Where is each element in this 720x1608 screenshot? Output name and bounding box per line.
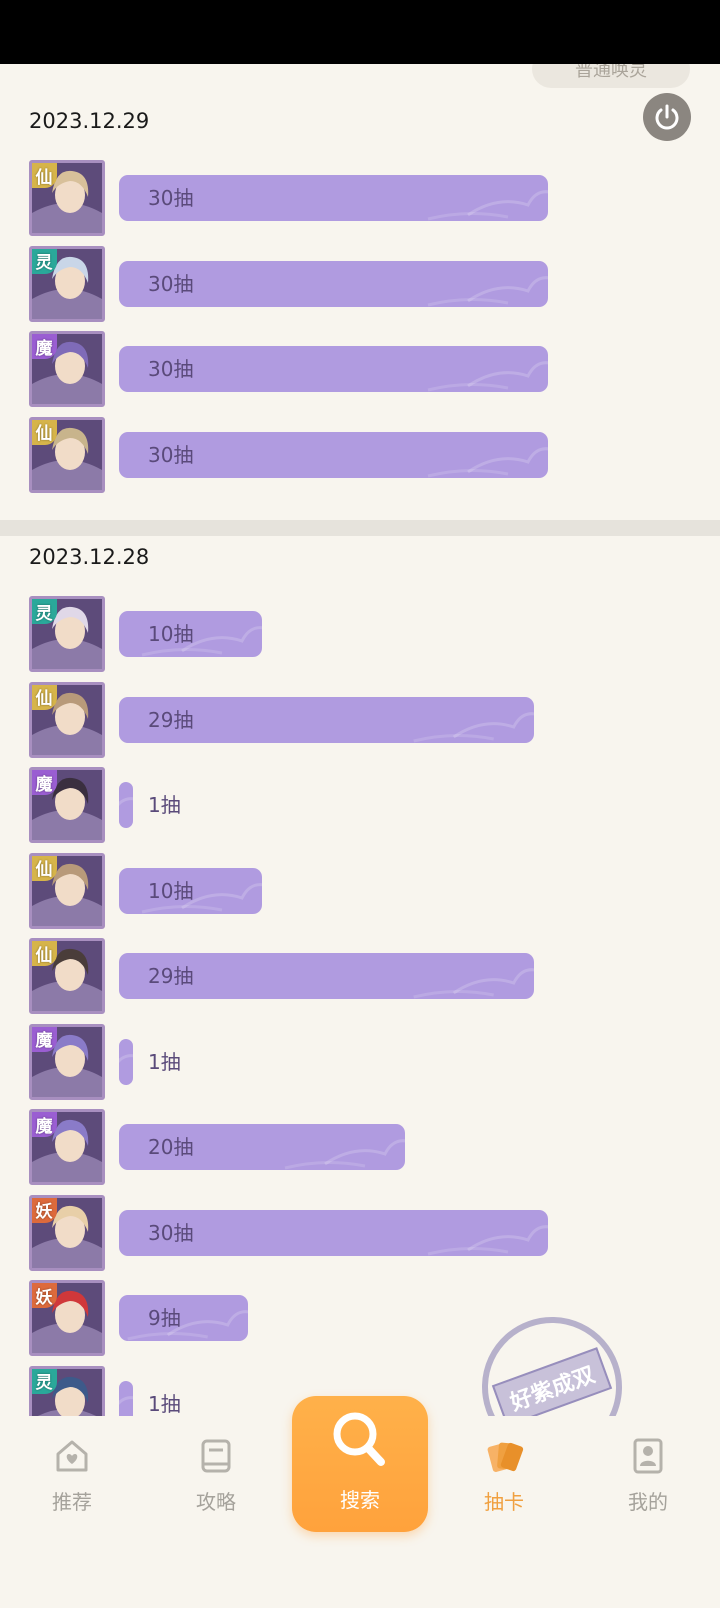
- section-date: 2023.12.28: [29, 545, 150, 569]
- draw-count-label: 9抽: [148, 1306, 181, 1330]
- character-avatar[interactable]: 魔: [29, 1109, 105, 1185]
- draw-record-row[interactable]: 仙 10抽: [0, 851, 720, 931]
- profile-icon: [628, 1436, 668, 1476]
- faction-badge: 魔: [32, 1112, 57, 1137]
- draw-count-label: 20抽: [148, 1135, 194, 1159]
- nav-home[interactable]: 推荐: [12, 1436, 132, 1532]
- faction-badge: 仙: [32, 855, 57, 881]
- nav-gacha-label: 抽卡: [484, 1490, 524, 1514]
- faction-badge: 魔: [32, 334, 57, 359]
- nav-guide-label: 攻略: [196, 1490, 236, 1514]
- cloud-pattern-icon: [127, 1310, 248, 1341]
- draw-count-label: 30抽: [148, 271, 194, 296]
- draw-record-row[interactable]: 仙 30抽: [0, 158, 720, 238]
- draw-count-label: 29抽: [148, 964, 194, 988]
- draw-count-label: 30抽: [148, 357, 194, 381]
- draw-count-label: 30抽: [148, 1220, 194, 1245]
- character-avatar[interactable]: 魔: [29, 767, 105, 843]
- draw-record-row[interactable]: 魔 1抽: [0, 1022, 720, 1102]
- draw-record-row[interactable]: 灵 30抽: [0, 244, 720, 324]
- character-avatar[interactable]: 仙: [29, 681, 105, 758]
- faction-badge: 灵: [32, 1368, 57, 1394]
- section-date: 2023.12.29: [29, 109, 150, 133]
- draw-history-list[interactable]: 普通唤灵 2023.12.29 仙 30抽灵 30抽魔 30抽仙 30抽 2023.12…: [0, 64, 720, 1416]
- cloud-pattern-icon: [119, 797, 134, 807]
- cloud-pattern-icon: [119, 1053, 134, 1063]
- draw-count-bar: [119, 1038, 134, 1085]
- power-button[interactable]: [643, 93, 691, 141]
- draw-count-label: 10抽: [148, 622, 194, 646]
- faction-badge: 妖: [32, 1197, 57, 1223]
- faction-badge: 仙: [32, 684, 57, 710]
- nav-mine[interactable]: 我的: [588, 1436, 708, 1532]
- stamp-text: 好紫成双: [491, 1347, 613, 1416]
- book-icon: [196, 1436, 236, 1476]
- power-icon: [655, 104, 679, 130]
- character-avatar[interactable]: 仙: [29, 160, 105, 236]
- character-avatar[interactable]: 灵: [29, 596, 105, 672]
- faction-badge: 灵: [32, 599, 57, 624]
- draw-record-row[interactable]: 妖 30抽: [0, 1193, 720, 1273]
- draw-record-row[interactable]: 灵 10抽: [0, 594, 720, 674]
- home-heart-icon: [52, 1436, 92, 1476]
- search-button[interactable]: 搜索: [292, 1396, 428, 1532]
- nav-gacha[interactable]: 抽卡: [444, 1436, 564, 1532]
- draw-record-row[interactable]: 魔 30抽: [0, 329, 720, 409]
- draw-count-label: 10抽: [148, 878, 194, 903]
- draw-count-label: 30抽: [148, 442, 194, 467]
- draw-record-row[interactable]: 魔 20抽: [0, 1107, 720, 1187]
- draw-count-label: 1抽: [148, 1391, 181, 1416]
- draw-record-row[interactable]: 妖 9抽: [0, 1278, 720, 1358]
- draw-count-label: 29抽: [148, 707, 194, 732]
- draw-count-label: 30抽: [148, 186, 194, 210]
- faction-badge: 妖: [32, 1283, 57, 1308]
- character-avatar[interactable]: 仙: [29, 938, 105, 1014]
- draw-count-bar: [119, 782, 134, 828]
- nav-guide[interactable]: 攻略: [156, 1436, 276, 1532]
- character-avatar[interactable]: 妖: [29, 1194, 105, 1271]
- draw-record-row[interactable]: 仙 29抽: [0, 936, 720, 1016]
- draw-record-row[interactable]: 仙 30抽: [0, 415, 720, 495]
- search-icon: [333, 1412, 385, 1466]
- status-bar: [0, 0, 720, 64]
- character-avatar[interactable]: 妖: [29, 1280, 105, 1356]
- bottom-nav: 推荐 攻略 搜索 抽卡 我的: [0, 1396, 720, 1608]
- character-avatar[interactable]: 仙: [29, 416, 105, 493]
- character-avatar[interactable]: 魔: [29, 331, 105, 407]
- draw-record-row[interactable]: 仙 29抽: [0, 680, 720, 760]
- faction-badge: 魔: [32, 770, 57, 795]
- nav-home-label: 推荐: [52, 1490, 92, 1514]
- draw-count-label: 1抽: [148, 793, 181, 817]
- character-avatar[interactable]: 仙: [29, 852, 105, 929]
- draw-record-row[interactable]: 魔 1抽: [0, 765, 720, 845]
- character-avatar[interactable]: 魔: [29, 1023, 105, 1100]
- draw-count-bar: [119, 1380, 134, 1416]
- faction-badge: 仙: [32, 163, 57, 188]
- faction-badge: 仙: [32, 419, 57, 445]
- cloud-pattern-icon: [119, 1395, 134, 1405]
- nav-mine-label: 我的: [628, 1490, 668, 1514]
- nav-search-label: 搜索: [340, 1488, 380, 1512]
- draw-count-label: 1抽: [148, 1049, 181, 1074]
- faction-badge: 仙: [32, 941, 57, 966]
- section-divider: [0, 520, 720, 536]
- draw-count-bar: [119, 1295, 248, 1341]
- character-avatar[interactable]: 灵: [29, 245, 105, 322]
- summon-type-pill[interactable]: 普通唤灵: [532, 64, 690, 88]
- cards-icon: [484, 1436, 524, 1476]
- character-avatar[interactable]: 灵: [29, 1365, 105, 1416]
- faction-badge: 灵: [32, 248, 57, 274]
- faction-badge: 魔: [32, 1026, 57, 1052]
